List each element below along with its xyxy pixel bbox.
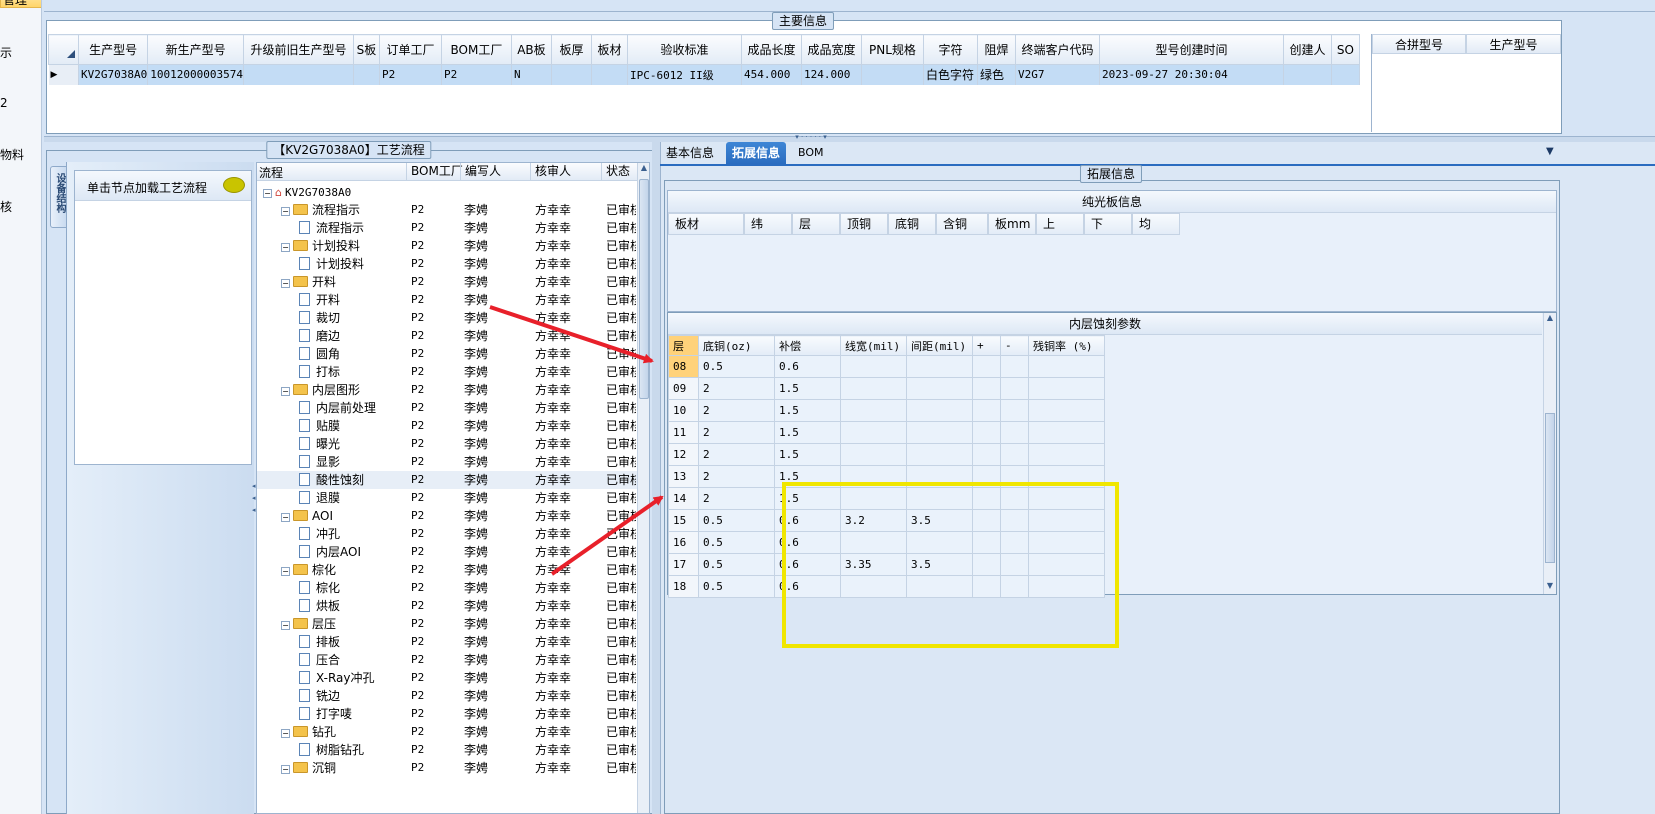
annotation-arrow [550,495,664,576]
annotation-overlay [489,305,1119,648]
annotation-arrow [489,305,654,364]
highlight-box [782,482,1119,648]
